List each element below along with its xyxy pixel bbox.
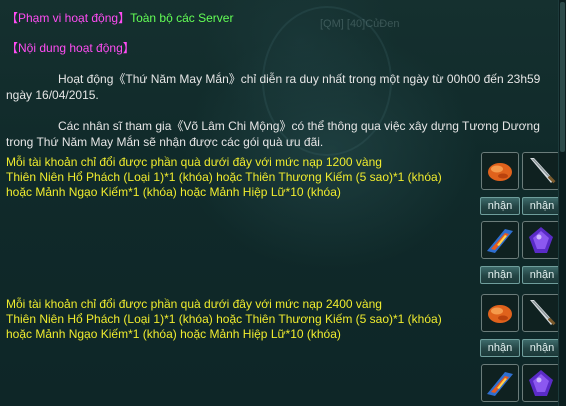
reward-slot[interactable] — [481, 152, 519, 190]
event-panel: [QM] [40]CủĐen 【Phạm vi hoạt động】Toàn b… — [0, 0, 566, 406]
purple-gem-icon — [524, 366, 558, 400]
desc-line-2: ngày 16/04/2015. — [6, 88, 99, 102]
desc-line-4: trong Thứ Năm May Mắn sẽ nhận được các g… — [6, 135, 324, 149]
blade-fragment-icon — [483, 223, 517, 257]
blade-fragment-icon — [483, 366, 517, 400]
reward-slot[interactable] — [481, 221, 519, 259]
reward-slot[interactable] — [481, 294, 519, 332]
reward-slot[interactable] — [522, 221, 560, 259]
tier-2-rewards-line: hoặc Mảnh Ngạo Kiếm*1 (khóa) hoặc Mảnh H… — [6, 327, 341, 341]
claim-button[interactable]: nhận — [480, 197, 520, 215]
claim-button[interactable]: nhận — [522, 339, 562, 357]
desc-line-3: Các nhân sĩ tham gia《Võ Lâm Chi Mộng》có … — [58, 119, 540, 133]
scrollbar[interactable] — [558, 0, 566, 406]
content-label: 【Nội dung hoạt động】 — [6, 41, 135, 55]
tier-1-rewards-line: Thiên Niên Hổ Phách (Loại 1)*1 (khóa) ho… — [6, 170, 442, 184]
desc-line-1: Hoạt động《Thứ Năm May Mắn》chỉ diễn ra du… — [58, 72, 541, 86]
background-text: [QM] [40]CủĐen — [320, 18, 400, 30]
claim-button[interactable]: nhận — [522, 197, 562, 215]
tier-2-requirement: Mỗi tài khoản chỉ đổi được phần quà dưới… — [6, 297, 382, 311]
tier-2-rewards-line: Thiên Niên Hổ Phách (Loại 1)*1 (khóa) ho… — [6, 312, 442, 326]
reward-slot[interactable] — [522, 152, 560, 190]
tier-1-rewards-line: hoặc Mảnh Ngạo Kiếm*1 (khóa) hoặc Mảnh H… — [6, 185, 341, 199]
claim-button[interactable]: nhận — [480, 266, 520, 284]
scope-row: 【Phạm vi hoạt động】Toàn bộ các Server — [6, 10, 233, 26]
sword-icon — [524, 154, 558, 188]
claim-button[interactable]: nhận — [480, 339, 520, 357]
reward-slot[interactable] — [522, 364, 560, 402]
amber-stone-icon — [483, 154, 517, 188]
scope-label: 【Phạm vi hoạt động】 — [6, 11, 131, 25]
reward-slot[interactable] — [522, 294, 560, 332]
sword-icon — [524, 296, 558, 330]
reward-slot[interactable] — [481, 364, 519, 402]
scope-value: Toàn bộ các Server — [130, 11, 234, 25]
scrollbar-thumb[interactable] — [560, 2, 565, 152]
claim-button[interactable]: nhận — [522, 266, 562, 284]
purple-gem-icon — [524, 223, 558, 257]
tier-1-requirement: Mỗi tài khoản chỉ đổi được phần quà dưới… — [6, 155, 382, 169]
content-row: 【Nội dung hoạt động】 — [6, 40, 135, 56]
amber-stone-icon — [483, 296, 517, 330]
